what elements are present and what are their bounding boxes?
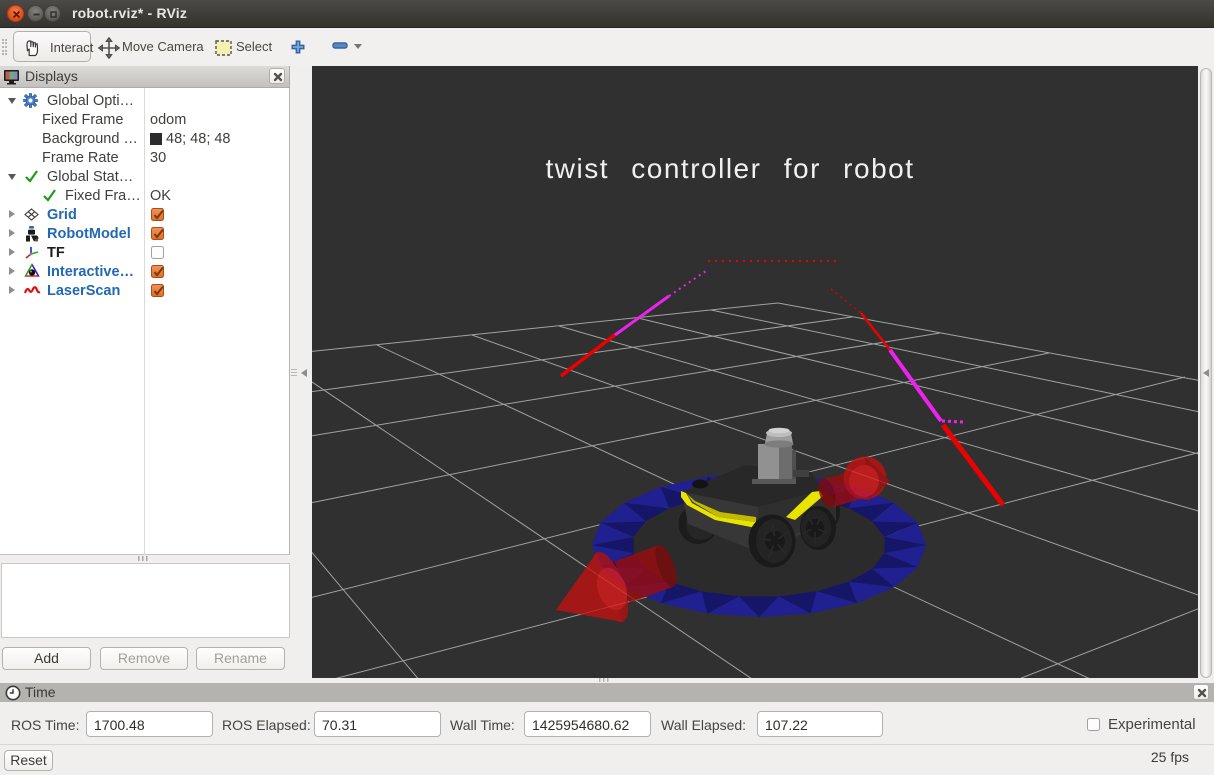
- svg-text:twist controller for robot: twist controller for robot: [546, 153, 915, 184]
